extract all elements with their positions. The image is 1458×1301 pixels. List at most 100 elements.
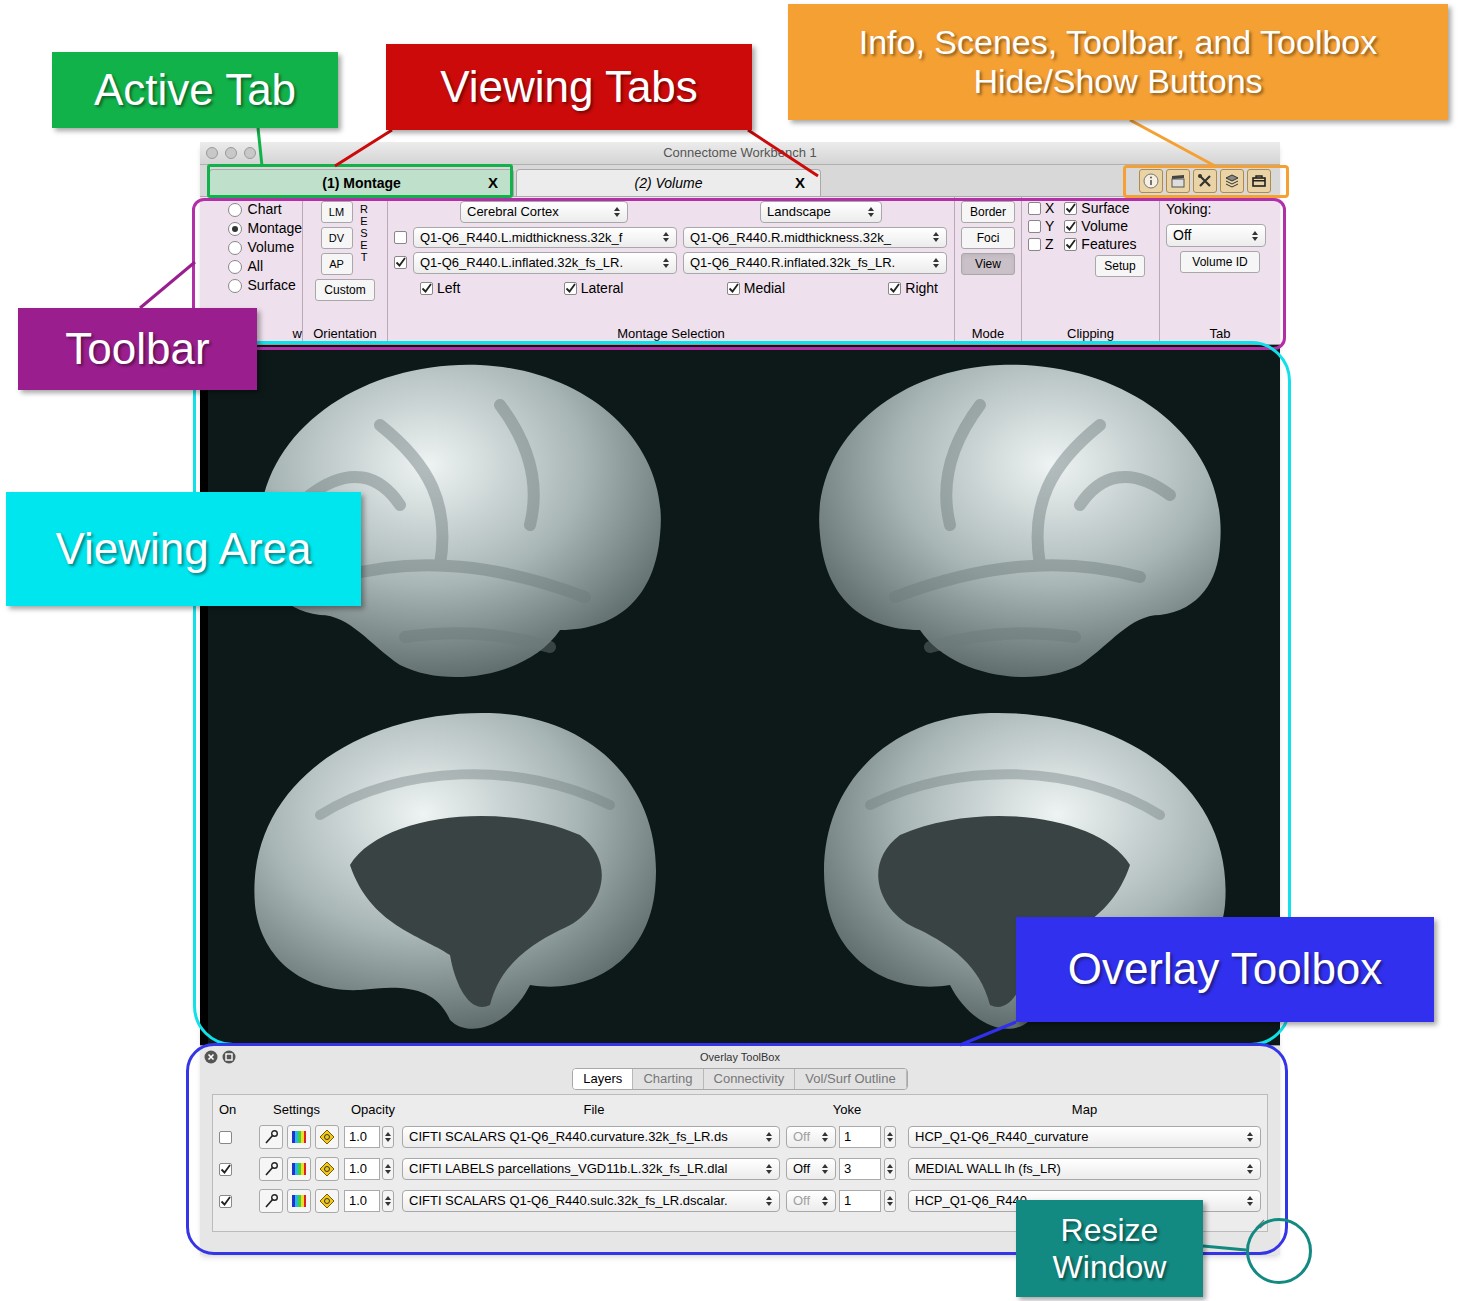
clip-axis-check[interactable]: Z xyxy=(1028,236,1054,252)
features-button[interactable] xyxy=(315,1157,339,1181)
orientation-button[interactable]: LM xyxy=(321,201,353,223)
section-label: Mode xyxy=(955,326,1021,344)
map-select[interactable]: HCP_Q1-Q6_R440_curvature xyxy=(908,1126,1261,1148)
view-radio[interactable]: Surface xyxy=(228,277,302,294)
layer-checkbox[interactable] xyxy=(1064,238,1077,251)
opacity-field[interactable]: 1.0 xyxy=(344,1158,380,1180)
layer-row: 1.0 CIFTI SCALARS Q1-Q6_R440.curvature.32… xyxy=(213,1121,1267,1153)
left-surface-select[interactable]: Q1-Q6_R440.L.inflated.32k_fs_LR. xyxy=(413,252,677,274)
view-radio[interactable]: Montage xyxy=(228,220,302,237)
view-radio[interactable]: Volume xyxy=(228,239,302,256)
features-button[interactable] xyxy=(315,1125,339,1149)
view-checkbox[interactable] xyxy=(888,282,901,295)
structure-select[interactable]: Cerebral Cortex xyxy=(460,201,628,223)
mode-button[interactable]: Foci xyxy=(961,227,1015,249)
clip-layer-check[interactable]: Volume xyxy=(1064,218,1136,234)
clip-layer-check[interactable]: Surface xyxy=(1064,200,1136,216)
yoke-select[interactable]: Off xyxy=(786,1190,836,1212)
clip-axis-check[interactable]: Y xyxy=(1028,218,1054,234)
spinner[interactable] xyxy=(382,1158,394,1180)
toolbox-tab[interactable]: Charting xyxy=(633,1069,703,1089)
viewing-tab[interactable]: (1) MontageX xyxy=(209,169,514,196)
file-select[interactable]: CIFTI SCALARS Q1-Q6_R440.sulc.32k_fs_LR.… xyxy=(402,1190,780,1212)
zoom-window-button[interactable] xyxy=(244,147,256,159)
montage-view-check[interactable]: Lateral xyxy=(564,278,624,299)
check-icon xyxy=(728,283,739,294)
toolbox-tab[interactable]: Vol/Surf Outline xyxy=(795,1069,906,1089)
wrench-button[interactable] xyxy=(259,1157,283,1181)
spinner[interactable] xyxy=(884,1158,896,1180)
view-radio[interactable]: Chart xyxy=(228,201,302,218)
mode-button[interactable]: Border xyxy=(961,201,1015,223)
map-index-field[interactable]: 1 xyxy=(839,1190,881,1212)
wrench-button[interactable] xyxy=(259,1189,283,1213)
right-surface-select[interactable]: Q1-Q6_R440.R.inflated.32k_fs_LR. xyxy=(683,252,947,274)
layer-on-checkbox[interactable] xyxy=(219,1163,232,1176)
setup-button[interactable]: Setup xyxy=(1095,255,1145,277)
yoke-select[interactable]: Off xyxy=(786,1158,836,1180)
axis-checkbox[interactable] xyxy=(1028,238,1041,251)
file-select[interactable]: CIFTI LABELS parcellations_VGD11b.L.32k_… xyxy=(402,1158,780,1180)
yoking-select[interactable]: Off xyxy=(1166,224,1266,247)
features-button[interactable] xyxy=(315,1189,339,1213)
tab-close-button[interactable]: X xyxy=(780,172,820,195)
tab-close-button[interactable]: X xyxy=(473,172,513,195)
mode-button[interactable]: View xyxy=(961,253,1015,275)
layout-select[interactable]: Landscape xyxy=(760,201,882,223)
view-checkbox[interactable] xyxy=(564,282,577,295)
orientation-button[interactable]: AP xyxy=(321,253,353,275)
view-checkbox[interactable] xyxy=(420,282,433,295)
map-index-field[interactable]: 3 xyxy=(839,1158,881,1180)
montage-view-check[interactable]: Medial xyxy=(727,278,785,299)
viewing-tab[interactable]: (2) VolumeX xyxy=(516,169,821,196)
spinner[interactable] xyxy=(382,1126,394,1148)
close-window-button[interactable] xyxy=(206,147,218,159)
view-checkbox[interactable] xyxy=(727,282,740,295)
axis-checkbox[interactable] xyxy=(1028,202,1041,215)
wrench-icon xyxy=(263,1161,279,1177)
palette-button[interactable] xyxy=(287,1157,311,1181)
spinner[interactable] xyxy=(884,1190,896,1212)
spinner[interactable] xyxy=(884,1126,896,1148)
layer-on-checkbox[interactable] xyxy=(219,1131,232,1144)
overlay-toolbox-button[interactable] xyxy=(1220,169,1244,193)
layer-on-checkbox[interactable] xyxy=(219,1195,232,1208)
float-toolbox-icon[interactable] xyxy=(222,1050,236,1064)
montage-view-check[interactable]: Left xyxy=(420,278,460,299)
custom-button[interactable]: Custom xyxy=(315,279,375,301)
reset-button[interactable]: RESET xyxy=(359,201,370,275)
toolbox-tab[interactable]: Layers xyxy=(573,1069,633,1089)
axis-checkbox[interactable] xyxy=(1028,220,1041,233)
scenes-button[interactable] xyxy=(1166,169,1190,193)
montage-row-checkbox[interactable] xyxy=(394,256,407,269)
left-surface-select[interactable]: Q1-Q6_R440.L.midthickness.32k_f xyxy=(413,227,677,249)
minimize-window-button[interactable] xyxy=(225,147,237,159)
palette-button[interactable] xyxy=(287,1189,311,1213)
clip-layer-check[interactable]: Features xyxy=(1064,236,1136,252)
volume-id-button[interactable]: Volume ID xyxy=(1180,251,1260,273)
map-index-field[interactable]: 1 xyxy=(839,1126,881,1148)
palette-button[interactable] xyxy=(287,1125,311,1149)
wrench-button[interactable] xyxy=(259,1125,283,1149)
opacity-field[interactable]: 1.0 xyxy=(344,1126,380,1148)
clip-axis-check[interactable]: X xyxy=(1028,200,1054,216)
features-toolbox-button[interactable] xyxy=(1247,169,1271,193)
toolbar-button[interactable] xyxy=(1193,169,1217,193)
close-toolbox-icon[interactable] xyxy=(204,1050,218,1064)
right-surface-select[interactable]: Q1-Q6_R440.R.midthickness.32k_ xyxy=(683,227,947,249)
layer-checkbox[interactable] xyxy=(1064,202,1077,215)
yoke-select[interactable]: Off xyxy=(786,1126,836,1148)
montage-row: Q1-Q6_R440.L.midthickness.32k_f Q1-Q6_R44… xyxy=(394,227,948,249)
opacity-field[interactable]: 1.0 xyxy=(344,1190,380,1212)
montage-view-check[interactable]: Right xyxy=(888,278,938,299)
spinner[interactable] xyxy=(382,1190,394,1212)
layer-checkbox[interactable] xyxy=(1064,220,1077,233)
montage-row-checkbox[interactable] xyxy=(394,231,407,244)
file-select[interactable]: CIFTI SCALARS Q1-Q6_R440.curvature.32k_f… xyxy=(402,1126,780,1148)
toolbox-tab[interactable]: Connectivity xyxy=(704,1069,796,1089)
map-select[interactable]: MEDIAL WALL lh (fs_LR) xyxy=(908,1158,1261,1180)
orientation-button[interactable]: DV xyxy=(321,227,353,249)
info-button[interactable] xyxy=(1139,169,1163,193)
resize-grip-icon[interactable] xyxy=(1253,1217,1265,1229)
view-radio[interactable]: All xyxy=(228,258,302,275)
